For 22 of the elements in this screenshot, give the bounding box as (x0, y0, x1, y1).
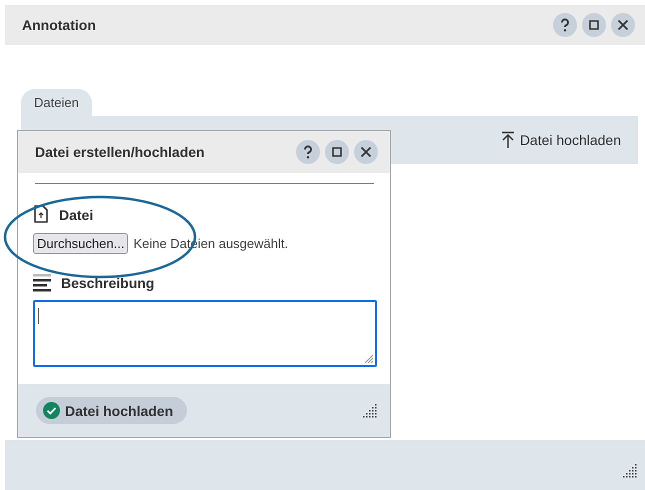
tab[interactable]: Dateien (21, 89, 92, 116)
description-field[interactable] (33, 300, 377, 367)
restore-button[interactable] (325, 140, 349, 164)
resize-handle-icon[interactable] (364, 354, 373, 363)
upload-icon (500, 131, 516, 149)
window-title: Annotation (22, 17, 97, 33)
check-circle-icon (43, 402, 60, 419)
browse-button[interactable]: Durchsuchen... (33, 233, 128, 254)
file-icon (33, 205, 49, 224)
help-button[interactable] (296, 140, 320, 164)
description-label: Beschreibung (61, 275, 154, 291)
upload-button[interactable]: Datei hochladen (36, 397, 188, 424)
dialog-title: Datei erstellen/hochladen (35, 144, 206, 160)
upload-link[interactable]: Datei hochladen (500, 131, 621, 149)
file-label: Datei (59, 206, 94, 222)
help-button[interactable] (553, 13, 577, 37)
resize-grip-icon (623, 464, 637, 478)
restore-button[interactable] (582, 13, 606, 37)
close-button[interactable] (611, 13, 635, 37)
close-button[interactable] (354, 140, 378, 164)
text-lines-icon (33, 274, 51, 292)
resize-grip-icon (363, 404, 377, 418)
